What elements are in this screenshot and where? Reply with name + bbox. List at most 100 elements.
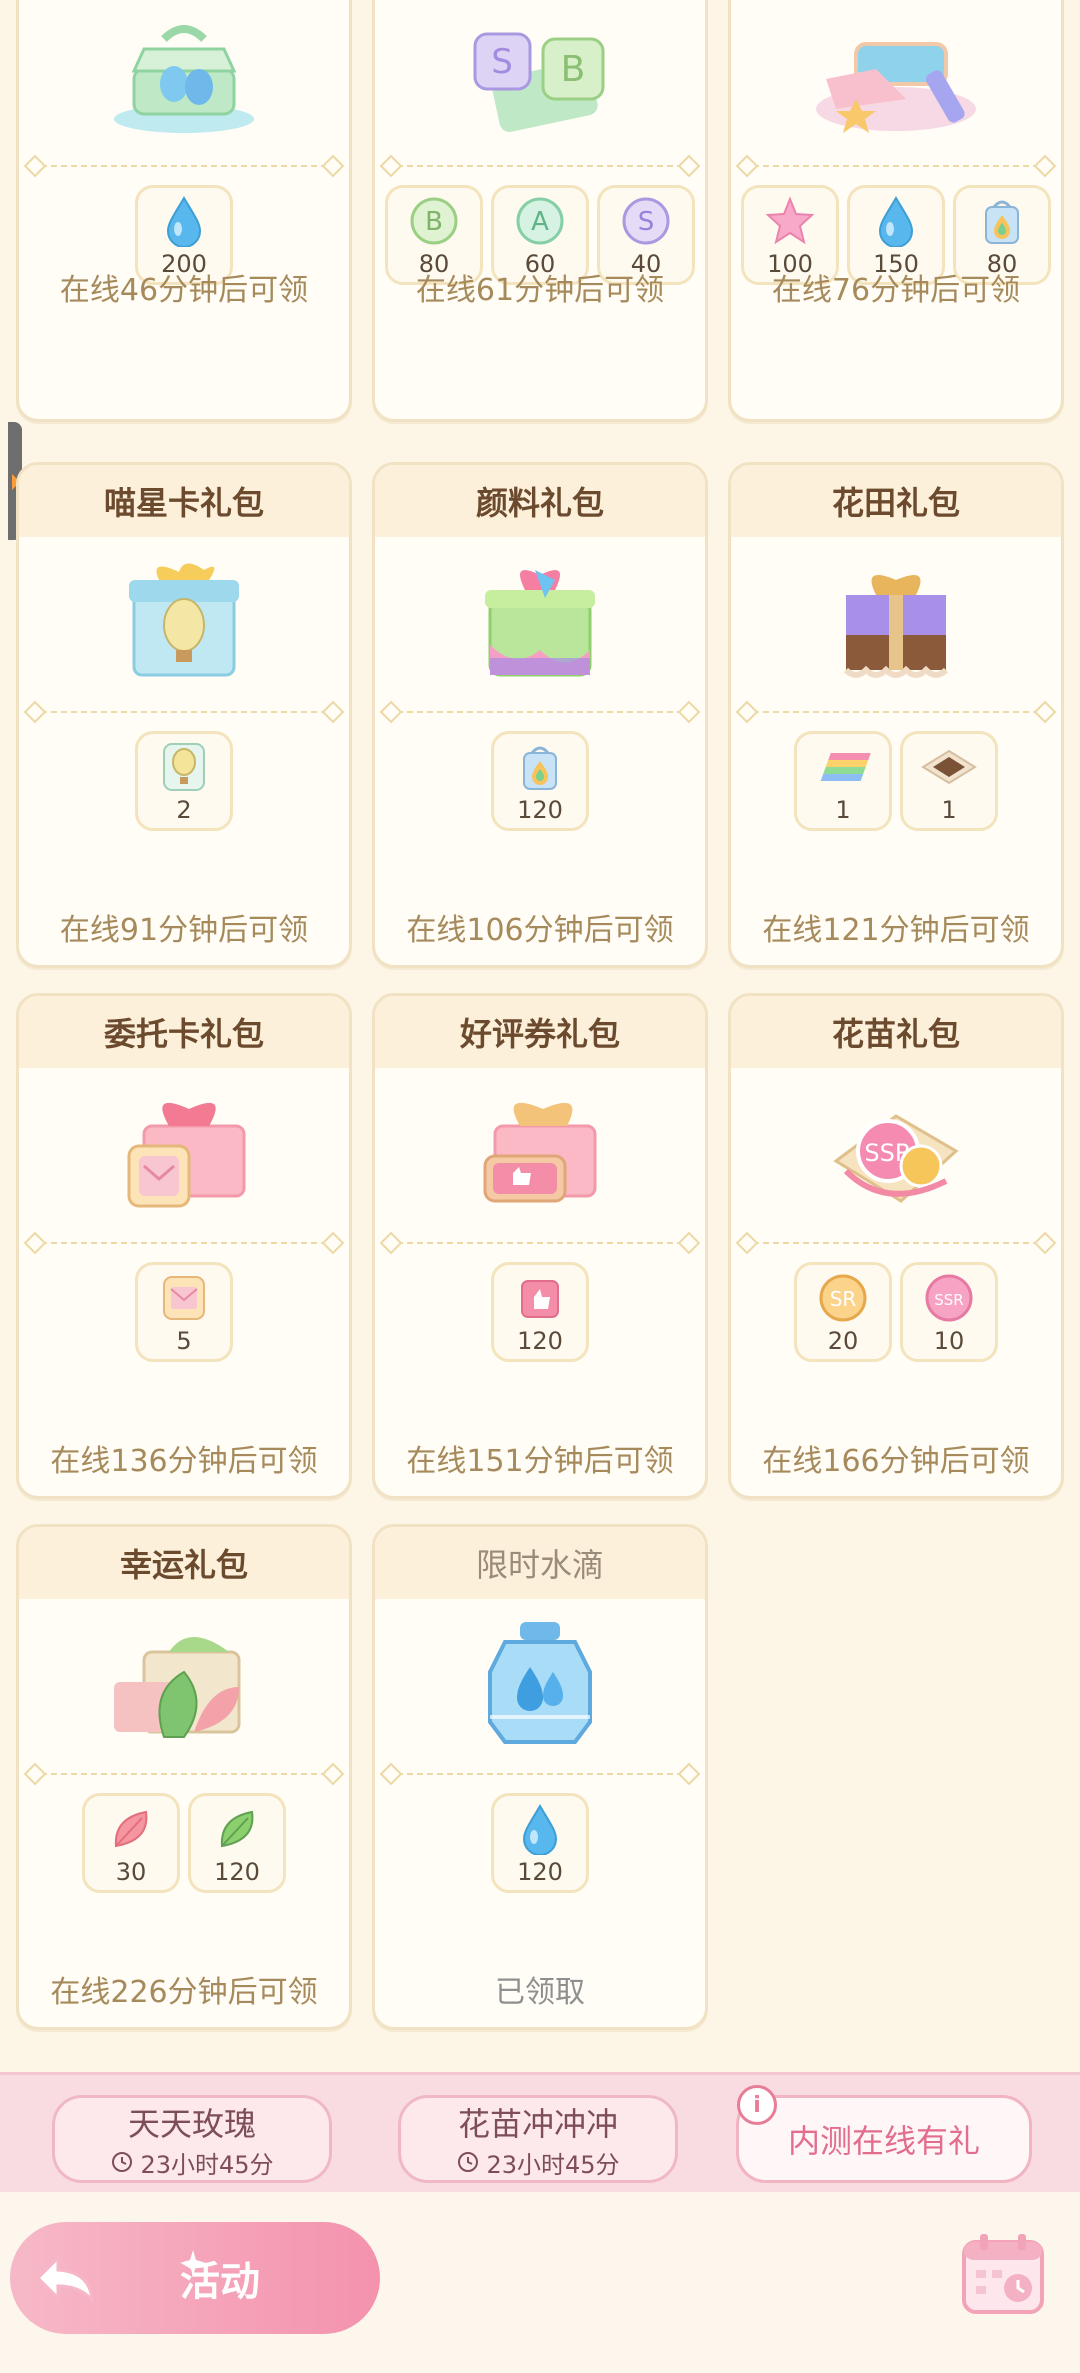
divider xyxy=(387,1773,693,1789)
gift-card[interactable]: 花田礼包 1 1 在线121分钟后可领 xyxy=(728,462,1064,968)
ssr-seed-icon: SSR xyxy=(925,1274,973,1322)
gift-image xyxy=(375,1599,705,1765)
calendar-icon[interactable] xyxy=(958,2228,1048,2318)
paint-bag-icon xyxy=(523,746,557,790)
gift-card[interactable]: SB B 80 A 60 S 40 在线61分钟后可领 xyxy=(372,0,708,422)
balloon-card-icon xyxy=(163,743,205,791)
water-drop-icon xyxy=(878,196,914,247)
gift-image xyxy=(731,0,1061,157)
claim-status: 已领取 xyxy=(495,1975,585,2010)
tab-seedling-rush[interactable]: 花苗冲冲冲 23小时45分 xyxy=(398,2095,678,2183)
reward-list: 120 xyxy=(375,1793,705,1897)
card-title: 喵星卡礼包 xyxy=(19,465,349,537)
divider xyxy=(31,711,337,727)
gift-image xyxy=(731,537,1061,703)
svg-text:B: B xyxy=(561,49,586,90)
divider xyxy=(387,711,693,727)
reward-item: 1 xyxy=(794,731,892,831)
reward-item: 120 xyxy=(188,1793,286,1893)
reward-qty: 5 xyxy=(176,1327,192,1355)
card-title: 好评券礼包 xyxy=(375,996,705,1068)
bottom-nav: 活动 xyxy=(0,2192,1080,2373)
svg-text:A: A xyxy=(531,207,549,237)
divider xyxy=(31,1242,337,1258)
tab-label: 花苗冲冲冲 xyxy=(457,2104,618,2143)
svg-text:SSR: SSR xyxy=(934,1291,963,1309)
gift-grid: 200 在线46分钟后可领 SB B 80 A 60 S 40 在线61分钟后可… xyxy=(16,0,1064,2050)
gift-card[interactable]: 好评券礼包 120 在线151分钟后可领 xyxy=(372,993,708,1499)
star-icon xyxy=(765,196,815,245)
reward-qty: 30 xyxy=(115,1858,147,1886)
claim-status: 在线61分钟后可领 xyxy=(415,273,665,308)
sparkle-icon xyxy=(180,2250,206,2276)
claim-status: 在线136分钟后可领 xyxy=(50,1444,318,1479)
claim-status: 在线76分钟后可领 xyxy=(771,273,1021,308)
tab-label: 天天玫瑰 xyxy=(127,2104,256,2143)
claim-status: 在线121分钟后可领 xyxy=(762,913,1030,948)
rainbow-block-icon xyxy=(820,753,871,781)
gift-image xyxy=(19,1068,349,1234)
clock-icon xyxy=(112,2152,133,2172)
reward-list: 2 xyxy=(19,731,349,835)
gift-card[interactable]: 委托卡礼包 5 在线136分钟后可领 xyxy=(16,993,352,1499)
reward-list: 120 xyxy=(375,1262,705,1366)
claim-status: 在线151分钟后可领 xyxy=(406,1444,674,1479)
reward-list: 120 xyxy=(375,731,705,835)
red-leaf-icon xyxy=(114,1810,148,1848)
divider xyxy=(743,165,1049,181)
reward-qty: 20 xyxy=(827,1327,859,1355)
gift-card[interactable]: 限时水滴 120 已领取 xyxy=(372,1524,708,2030)
divider xyxy=(387,1242,693,1258)
gift-image xyxy=(19,1599,349,1765)
reward-list: SR 20 SSR 10 xyxy=(731,1262,1061,1366)
reward-qty: 120 xyxy=(517,1858,563,1886)
gift-image xyxy=(375,537,705,703)
claim-status: 在线226分钟后可领 xyxy=(50,1975,318,2010)
gift-image: SB xyxy=(375,0,705,157)
gift-card[interactable]: 100 150 80 在线76分钟后可领 xyxy=(728,0,1064,422)
divider xyxy=(743,1242,1049,1258)
reward-item: SR 20 xyxy=(794,1262,892,1362)
info-icon[interactable]: i xyxy=(737,2085,777,2125)
card-title: 颜料礼包 xyxy=(375,465,705,537)
claim-status: 在线46分钟后可领 xyxy=(59,273,309,308)
gift-card[interactable]: 颜料礼包 120 在线106分钟后可领 xyxy=(372,462,708,968)
badge-a-icon: A xyxy=(516,197,564,245)
event-tab-bar: 天天玫瑰 23小时45分 花苗冲冲冲 23小时45分 内测在线有礼 xyxy=(0,2072,1080,2195)
back-arrow-icon[interactable] xyxy=(10,2248,120,2308)
gift-card[interactable]: 200 在线46分钟后可领 xyxy=(16,0,352,422)
reward-qty: 2 xyxy=(176,796,192,824)
tab-beta-online-gift[interactable]: 内测在线有礼 xyxy=(736,2095,1032,2183)
reward-item: 1 xyxy=(900,731,998,831)
reward-qty: 120 xyxy=(214,1858,260,1886)
claim-status: 在线106分钟后可领 xyxy=(406,913,674,948)
reward-item: 120 xyxy=(491,731,589,831)
tab-timer: 23小时45分 xyxy=(486,2150,620,2179)
gift-image xyxy=(19,0,349,157)
card-title: 限时水滴 xyxy=(375,1527,705,1599)
reward-qty: 1 xyxy=(941,796,957,824)
tab-label: 内测在线有礼 xyxy=(787,2122,980,2160)
claim-status: 在线91分钟后可领 xyxy=(59,913,309,948)
tab-daily-rose[interactable]: 天天玫瑰 23小时45分 xyxy=(52,2095,332,2183)
gift-image xyxy=(19,537,349,703)
divider xyxy=(31,1773,337,1789)
gift-card[interactable]: 喵星卡礼包 2 在线91分钟后可领 xyxy=(16,462,352,968)
card-title: 委托卡礼包 xyxy=(19,996,349,1068)
reward-qty: 120 xyxy=(517,1327,563,1355)
soil-tile-icon xyxy=(921,749,977,785)
activity-button[interactable]: 活动 xyxy=(10,2222,380,2334)
reward-list: 1 1 xyxy=(731,731,1061,835)
gift-card[interactable]: 幸运礼包 30 120 在线226分钟后可领 xyxy=(16,1524,352,2030)
svg-text:S: S xyxy=(638,207,655,237)
divider xyxy=(743,711,1049,727)
gift-card[interactable]: 花苗礼包 SSR SR 20 SSR 10 在线166分钟后可领 xyxy=(728,993,1064,1499)
card-title: 幸运礼包 xyxy=(19,1527,349,1599)
svg-text:SR: SR xyxy=(830,1287,857,1311)
badge-b-icon: B xyxy=(410,197,458,245)
divider xyxy=(387,165,693,181)
clock-icon xyxy=(458,2152,479,2172)
tab-timer: 23小时45分 xyxy=(140,2150,274,2179)
reward-list: 30 120 xyxy=(19,1793,349,1897)
green-leaf-icon xyxy=(220,1810,254,1848)
